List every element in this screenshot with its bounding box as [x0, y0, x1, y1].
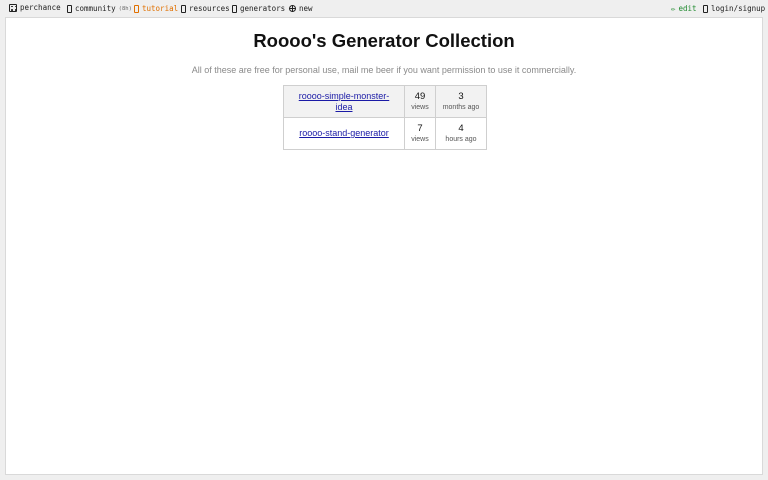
views-unit: views: [411, 103, 429, 111]
age-value: 3: [458, 90, 464, 102]
view-count: 7: [417, 122, 423, 134]
age-value: 4: [458, 122, 464, 134]
main-panel: Roooo's Generator Collection All of thes…: [5, 17, 763, 475]
nav-tutorial-link[interactable]: tutorial: [134, 4, 178, 13]
page-title: Roooo's Generator Collection: [253, 30, 515, 51]
nav-new-label: new: [299, 4, 313, 13]
nav-tutorial-label: tutorial: [142, 4, 179, 13]
nav-generators-label: generators: [240, 4, 286, 13]
nav-generators-link[interactable]: generators: [232, 4, 285, 13]
table-row: roooo-simple-monster- idea 49 views 3 mo…: [283, 85, 487, 118]
views-cell: 49 views: [404, 85, 436, 118]
login-icon: [703, 4, 708, 13]
resources-icon: [181, 4, 186, 13]
table-row: roooo-stand-generator 7 views 4 hours ag…: [283, 117, 487, 150]
nav-community-link[interactable]: community (8h): [67, 4, 132, 13]
last-edit-cell: 3 months ago: [435, 85, 487, 118]
nav-home-link[interactable]: perchance: [9, 3, 61, 12]
die-icon: [9, 3, 17, 12]
nav-community-label: community: [75, 4, 116, 13]
tutorial-icon: [134, 4, 139, 13]
views-unit: views: [411, 135, 429, 143]
nav-login-label: login/signup: [711, 4, 766, 13]
nav-resources-label: resources: [189, 4, 230, 13]
nav-resources-link[interactable]: resources: [181, 4, 230, 13]
community-icon: [67, 4, 72, 13]
generator-link[interactable]: roooo-simple-monster- idea: [293, 91, 396, 113]
generator-link[interactable]: roooo-stand-generator: [293, 128, 395, 139]
nav-home-label: perchance: [20, 3, 61, 12]
generator-name-part: roooo-simple-monster-: [298, 90, 390, 101]
community-activity-badge: (8h): [118, 5, 132, 12]
generator-name-part: idea: [335, 101, 353, 112]
page-subtitle: All of these are free for personal use, …: [191, 65, 577, 75]
generator-table: roooo-simple-monster- idea 49 views 3 mo…: [283, 85, 487, 150]
last-edit-cell: 4 hours ago: [435, 117, 487, 150]
nav-edit-link[interactable]: ✏ edit: [671, 4, 697, 13]
views-cell: 7 views: [404, 117, 436, 150]
nav-new-link[interactable]: new: [289, 4, 313, 13]
generators-icon: [232, 4, 237, 13]
globe-icon: [289, 5, 296, 12]
age-unit: hours ago: [445, 135, 477, 143]
pencil-icon: ✏: [671, 4, 676, 13]
view-count: 49: [414, 90, 426, 102]
generator-name-cell: roooo-stand-generator: [283, 117, 405, 150]
age-unit: months ago: [442, 103, 480, 111]
nav-login-link[interactable]: login/signup: [703, 4, 765, 13]
generator-name-cell: roooo-simple-monster- idea: [283, 85, 405, 118]
generator-name-part: roooo-stand-generator: [299, 128, 389, 138]
nav-edit-label: edit: [678, 4, 697, 13]
top-nav-bar: perchance community (8h) tutorial resour…: [0, 0, 768, 16]
